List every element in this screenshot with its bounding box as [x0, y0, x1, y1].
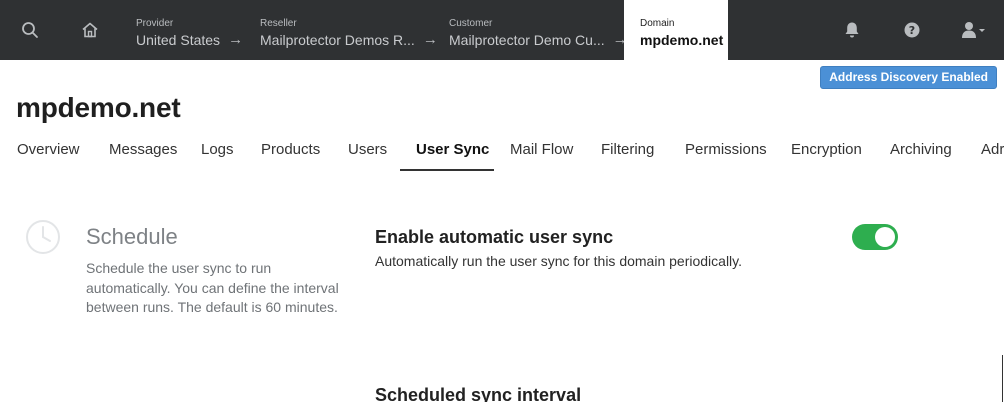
arrow-right-icon: → — [228, 31, 244, 48]
tab-admin-truncated[interactable]: Adr — [981, 130, 1004, 172]
auto-sync-title: Enable automatic user sync — [375, 227, 614, 247]
breadcrumb-label: Reseller — [260, 18, 297, 29]
window-edge-divider — [1002, 355, 1003, 402]
breadcrumb-provider[interactable]: Provider United States → — [136, 0, 243, 60]
schedule-description: Schedule the user sync to run automatica… — [86, 260, 339, 315]
user-menu-button[interactable] — [944, 0, 1004, 60]
tab-users[interactable]: Users — [348, 130, 387, 172]
breadcrumb-customer[interactable]: Customer Mailprotector Demo Cu... → — [449, 0, 628, 60]
bell-icon — [845, 22, 859, 38]
breadcrumb-value: Mailprotector Demos R... — [260, 32, 415, 48]
sync-interval-title: Scheduled sync interval — [375, 385, 582, 402]
search-icon — [22, 22, 38, 38]
home-button[interactable] — [60, 0, 120, 60]
tab-logs[interactable]: Logs — [201, 130, 234, 172]
breadcrumb-domain[interactable]: Domain mpdemo.net — [624, 0, 728, 60]
domain-tabs: Overview Messages Logs Products Users Us… — [0, 130, 1004, 172]
tab-encryption[interactable]: Encryption — [791, 130, 862, 172]
active-tab-indicator — [400, 169, 494, 171]
toggle-knob — [875, 227, 895, 247]
help-button[interactable]: ? — [882, 0, 942, 60]
auto-sync-toggle[interactable] — [852, 224, 898, 250]
breadcrumb-value: Mailprotector Demo Cu... — [449, 32, 605, 48]
tab-products[interactable]: Products — [261, 130, 320, 172]
schedule-heading: Schedule — [86, 224, 178, 249]
notifications-button[interactable] — [822, 0, 882, 60]
tab-overview[interactable]: Overview — [17, 130, 80, 172]
svg-text:?: ? — [909, 24, 915, 37]
clock-icon — [26, 220, 60, 254]
search-button[interactable] — [0, 0, 60, 60]
user-icon — [962, 22, 985, 38]
breadcrumb-value: United States — [136, 32, 221, 48]
tab-mail-flow[interactable]: Mail Flow — [510, 130, 573, 172]
arrow-right-icon: → — [422, 31, 438, 48]
breadcrumb-label: Domain — [640, 18, 675, 29]
tab-messages[interactable]: Messages — [109, 130, 177, 172]
page-title: mpdemo.net — [16, 92, 181, 123]
home-icon — [82, 22, 98, 38]
breadcrumb-label: Customer — [449, 18, 493, 29]
breadcrumb-label: Provider — [136, 18, 174, 29]
auto-sync-description: Automatically run the user sync for this… — [375, 253, 743, 269]
tab-filtering[interactable]: Filtering — [601, 130, 654, 172]
tab-permissions[interactable]: Permissions — [685, 130, 767, 172]
top-navigation-bar: Provider United States → Reseller Mailpro… — [0, 0, 1004, 60]
breadcrumb-value: mpdemo.net — [640, 32, 724, 48]
tab-archiving[interactable]: Archiving — [890, 130, 952, 172]
breadcrumb-reseller[interactable]: Reseller Mailprotector Demos R... → — [260, 0, 438, 60]
help-icon: ? — [904, 22, 920, 38]
tab-user-sync[interactable]: User Sync — [416, 130, 489, 172]
address-discovery-button[interactable]: Address Discovery Enabled — [820, 66, 997, 89]
